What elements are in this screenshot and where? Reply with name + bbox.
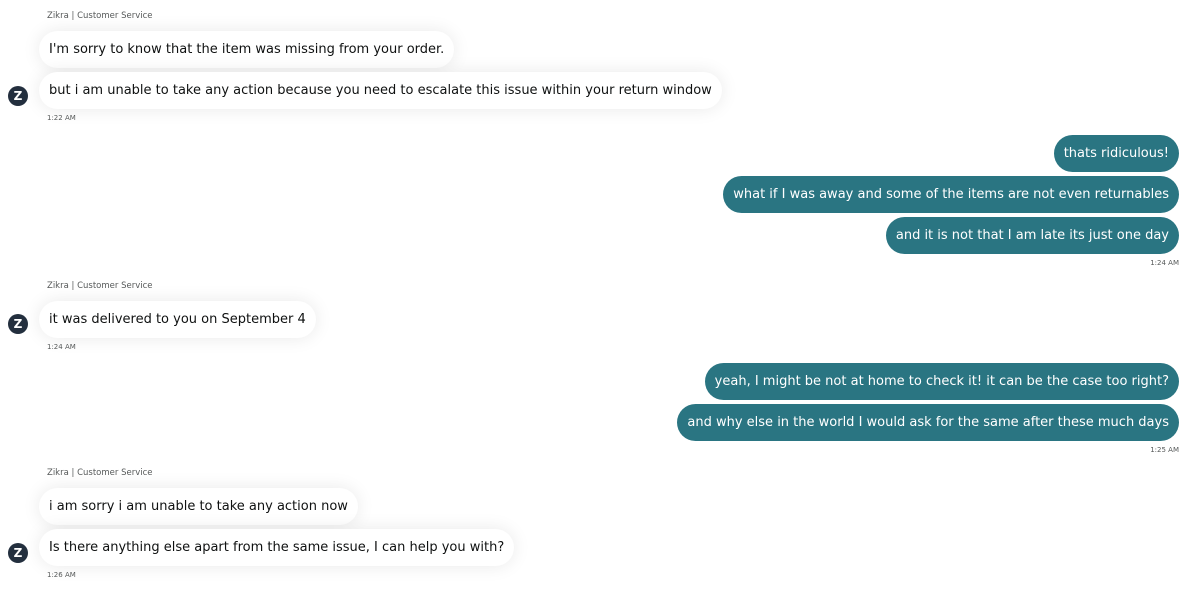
sender-name: Zikra | Customer Service xyxy=(47,281,153,291)
user-message-bubble: thats ridiculous! xyxy=(1053,135,1179,172)
user-message-bubble: and why else in the world I would ask fo… xyxy=(677,404,1179,441)
agent-message-bubble: but i am unable to take any action becau… xyxy=(39,72,722,109)
message-timestamp: 1:24 AM xyxy=(47,343,76,351)
agent-message-bubble: I'm sorry to know that the item was miss… xyxy=(39,31,455,68)
message-timestamp: 1:26 AM xyxy=(47,571,76,579)
agent-avatar: Z xyxy=(8,543,28,563)
message-timestamp: 1:24 AM xyxy=(1150,259,1179,267)
user-message-bubble: yeah, I might be not at home to check it… xyxy=(704,363,1179,400)
agent-message-bubble: Is there anything else apart from the sa… xyxy=(39,529,515,566)
agent-avatar: Z xyxy=(8,314,28,334)
sender-name: Zikra | Customer Service xyxy=(47,468,153,478)
agent-message-bubble: it was delivered to you on September 4 xyxy=(39,301,316,338)
agent-avatar: Z xyxy=(8,86,28,106)
sender-name: Zikra | Customer Service xyxy=(47,11,153,21)
agent-message-bubble: i am sorry i am unable to take any actio… xyxy=(39,488,358,525)
message-timestamp: 1:22 AM xyxy=(47,114,76,122)
user-message-bubble: what if I was away and some of the items… xyxy=(723,176,1179,213)
message-timestamp: 1:25 AM xyxy=(1150,446,1179,454)
user-message-bubble: and it is not that I am late its just on… xyxy=(885,217,1179,254)
